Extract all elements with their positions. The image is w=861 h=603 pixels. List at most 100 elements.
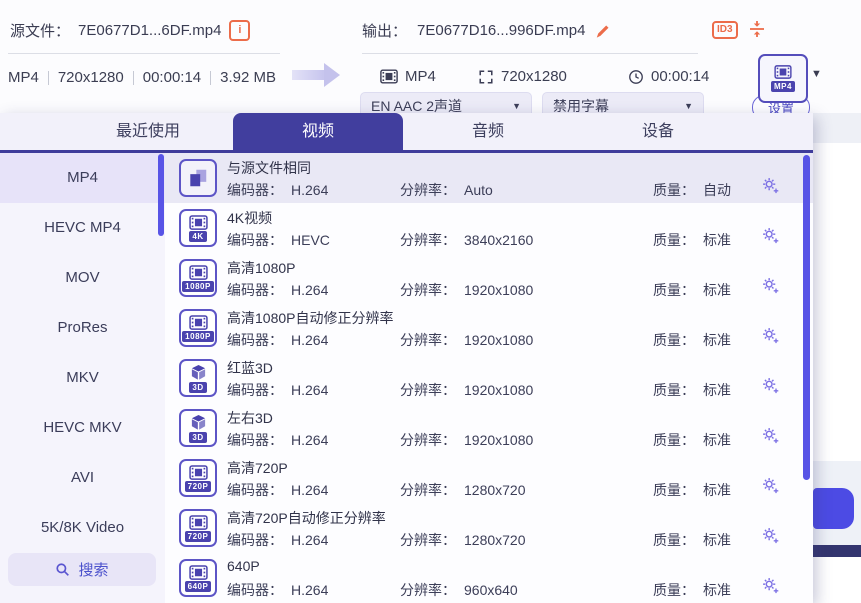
sidebar-item-avi[interactable]: AVI xyxy=(0,453,165,503)
output-file-row: 输出： 7E0677D16...996DF.mp4 xyxy=(362,20,611,41)
chevron-down-icon: ▼ xyxy=(512,101,521,111)
format-resolution: 分辨率：1920x1080 xyxy=(400,330,533,350)
format-quality: 质量：标准 xyxy=(653,380,731,400)
settings-gear-icon[interactable] xyxy=(761,226,780,245)
settings-gear-icon[interactable] xyxy=(761,526,780,545)
source-resolution: 720x1280 xyxy=(58,69,124,86)
format-badge: MP4 xyxy=(771,81,795,92)
output-duration-info: 00:00:14 xyxy=(628,68,709,85)
list-scrollbar[interactable] xyxy=(803,155,810,480)
format-title: 左右3D xyxy=(227,408,273,428)
tab-device[interactable]: 设备 xyxy=(573,113,743,150)
format-chevron-down-icon[interactable]: ▼ xyxy=(811,68,822,80)
format-badge: 720P xyxy=(185,531,212,542)
format-title: 4K视频 xyxy=(227,208,272,228)
settings-gear-icon[interactable] xyxy=(761,426,780,445)
format-type-icon: 1080P xyxy=(179,309,217,347)
format-row[interactable]: 3D 左右3D 编码器：H.264 分辨率：1920x1080 质量：标准 xyxy=(165,403,813,453)
background-right-strip xyxy=(813,113,861,603)
format-resolution: 分辨率：Auto xyxy=(400,180,493,200)
format-quality: 质量：标准 xyxy=(653,230,731,250)
bottom-status-bar xyxy=(813,545,861,557)
format-type-icon: 1080P xyxy=(179,259,217,297)
format-row[interactable]: 720P 高清720P 编码器：H.264 分辨率：1280x720 质量：标准 xyxy=(165,453,813,503)
format-type-icon: 4K xyxy=(179,209,217,247)
output-format-button[interactable]: MP4 xyxy=(758,54,808,103)
sidebar-item-mkv[interactable]: MKV xyxy=(0,353,165,403)
settings-gear-icon[interactable] xyxy=(761,276,780,295)
format-row[interactable]: 3D 红蓝3D 编码器：H.264 分辨率：1920x1080 质量：标准 xyxy=(165,353,813,403)
source-media-info: MP4 720x1280 00:00:14 3.92 MB xyxy=(8,69,276,86)
source-file-name: 7E0677D1...6DF.mp4 xyxy=(78,22,221,39)
output-format-value: MP4 xyxy=(405,68,436,85)
output-resolution-value: 720x1280 xyxy=(501,68,567,85)
format-quality: 质量：标准 xyxy=(653,430,731,450)
search-label: 搜索 xyxy=(78,559,108,580)
format-title: 高清1080P自动修正分辨率 xyxy=(227,308,393,328)
settings-gear-icon[interactable] xyxy=(761,576,780,595)
format-badge: 3D xyxy=(189,382,206,393)
sidebar-item-5k-8k-video[interactable]: 5K/8K Video xyxy=(0,503,165,553)
format-resolution: 分辨率：1920x1080 xyxy=(400,380,533,400)
compress-icon[interactable] xyxy=(748,20,766,38)
sidebar-item-hevc-mkv[interactable]: HEVC MKV xyxy=(0,403,165,453)
output-divider xyxy=(362,53,698,54)
format-quality: 质量：标准 xyxy=(653,530,731,550)
format-type-icon: 3D xyxy=(179,359,217,397)
search-icon xyxy=(55,562,70,577)
format-quality: 质量：自动 xyxy=(653,180,731,200)
format-type-icon: 640P xyxy=(179,559,217,597)
sidebar-item-mp4[interactable]: MP4 xyxy=(0,153,165,203)
tab-audio[interactable]: 音频 xyxy=(403,113,573,150)
format-resolution: 分辨率：960x640 xyxy=(400,580,518,600)
info-icon[interactable]: i xyxy=(229,20,250,41)
id3-tag-icon[interactable]: ID3 xyxy=(712,21,738,39)
settings-gear-icon[interactable] xyxy=(761,176,780,195)
source-file-row: 源文件： 7E0677D1...6DF.mp4 i xyxy=(10,20,250,41)
format-resolution: 分辨率：1920x1080 xyxy=(400,430,533,450)
format-row[interactable]: 1080P 高清1080P自动修正分辨率 编码器：H.264 分辨率：1920x… xyxy=(165,303,813,353)
film-icon xyxy=(380,69,398,84)
format-title: 高清720P自动修正分辨率 xyxy=(227,508,386,528)
sidebar-item-hevc-mp4[interactable]: HEVC MP4 xyxy=(0,203,165,253)
format-title: 640P xyxy=(227,558,260,574)
format-encoder: 编码器：H.264 xyxy=(227,530,328,550)
output-file-name: 7E0677D16...996DF.mp4 xyxy=(417,22,585,39)
format-quality: 质量：标准 xyxy=(653,280,731,300)
format-type-icon: 720P xyxy=(179,509,217,547)
sidebar-item-prores[interactable]: ProRes xyxy=(0,303,165,353)
format-row[interactable]: 720P 高清720P自动修正分辨率 编码器：H.264 分辨率：1280x72… xyxy=(165,503,813,553)
search-button[interactable]: 搜索 xyxy=(8,553,156,586)
format-encoder: 编码器：HEVC xyxy=(227,230,330,250)
clock-icon xyxy=(628,69,644,85)
convert-arrow-icon xyxy=(292,63,342,87)
settings-gear-icon[interactable] xyxy=(761,326,780,345)
output-format-info: MP4 xyxy=(380,68,436,85)
rename-pencil-icon[interactable] xyxy=(595,23,611,39)
settings-gear-icon[interactable] xyxy=(761,376,780,395)
settings-gear-icon[interactable] xyxy=(761,476,780,495)
format-row[interactable]: 与源文件相同 编码器：H.264 分辨率：Auto 质量：自动 xyxy=(165,153,813,203)
source-file-label: 源文件： xyxy=(10,20,70,41)
format-encoder: 编码器：H.264 xyxy=(227,380,328,400)
format-quality: 质量：标准 xyxy=(653,580,731,600)
source-format: MP4 xyxy=(8,69,39,86)
format-row[interactable]: 640P 640P 编码器：H.264 分辨率：960x640 质量：标准 xyxy=(165,553,813,603)
format-title: 高清1080P xyxy=(227,258,295,278)
source-divider xyxy=(8,53,280,54)
sidebar-item-mov[interactable]: MOV xyxy=(0,253,165,303)
format-badge: 1080P xyxy=(182,281,214,292)
tab-recent[interactable]: 最近使用 xyxy=(63,113,233,150)
format-encoder: 编码器：H.264 xyxy=(227,180,328,200)
format-encoder: 编码器：H.264 xyxy=(227,580,328,600)
format-row[interactable]: 1080P 高清1080P 编码器：H.264 分辨率：1920x1080 质量… xyxy=(165,253,813,303)
format-type-icon xyxy=(179,159,217,197)
format-resolution: 分辨率：3840x2160 xyxy=(400,230,533,250)
convert-button-partial[interactable] xyxy=(813,488,854,529)
sidebar-scrollbar[interactable] xyxy=(158,154,164,236)
format-row[interactable]: 4K 4K视频 编码器：HEVC 分辨率：3840x2160 质量：标准 xyxy=(165,203,813,253)
format-encoder: 编码器：H.264 xyxy=(227,480,328,500)
clipped-toolbar-fragment xyxy=(10,97,100,103)
tab-video[interactable]: 视频 xyxy=(233,113,403,150)
format-list: 与源文件相同 编码器：H.264 分辨率：Auto 质量：自动 4K 4K视频 … xyxy=(165,153,813,603)
